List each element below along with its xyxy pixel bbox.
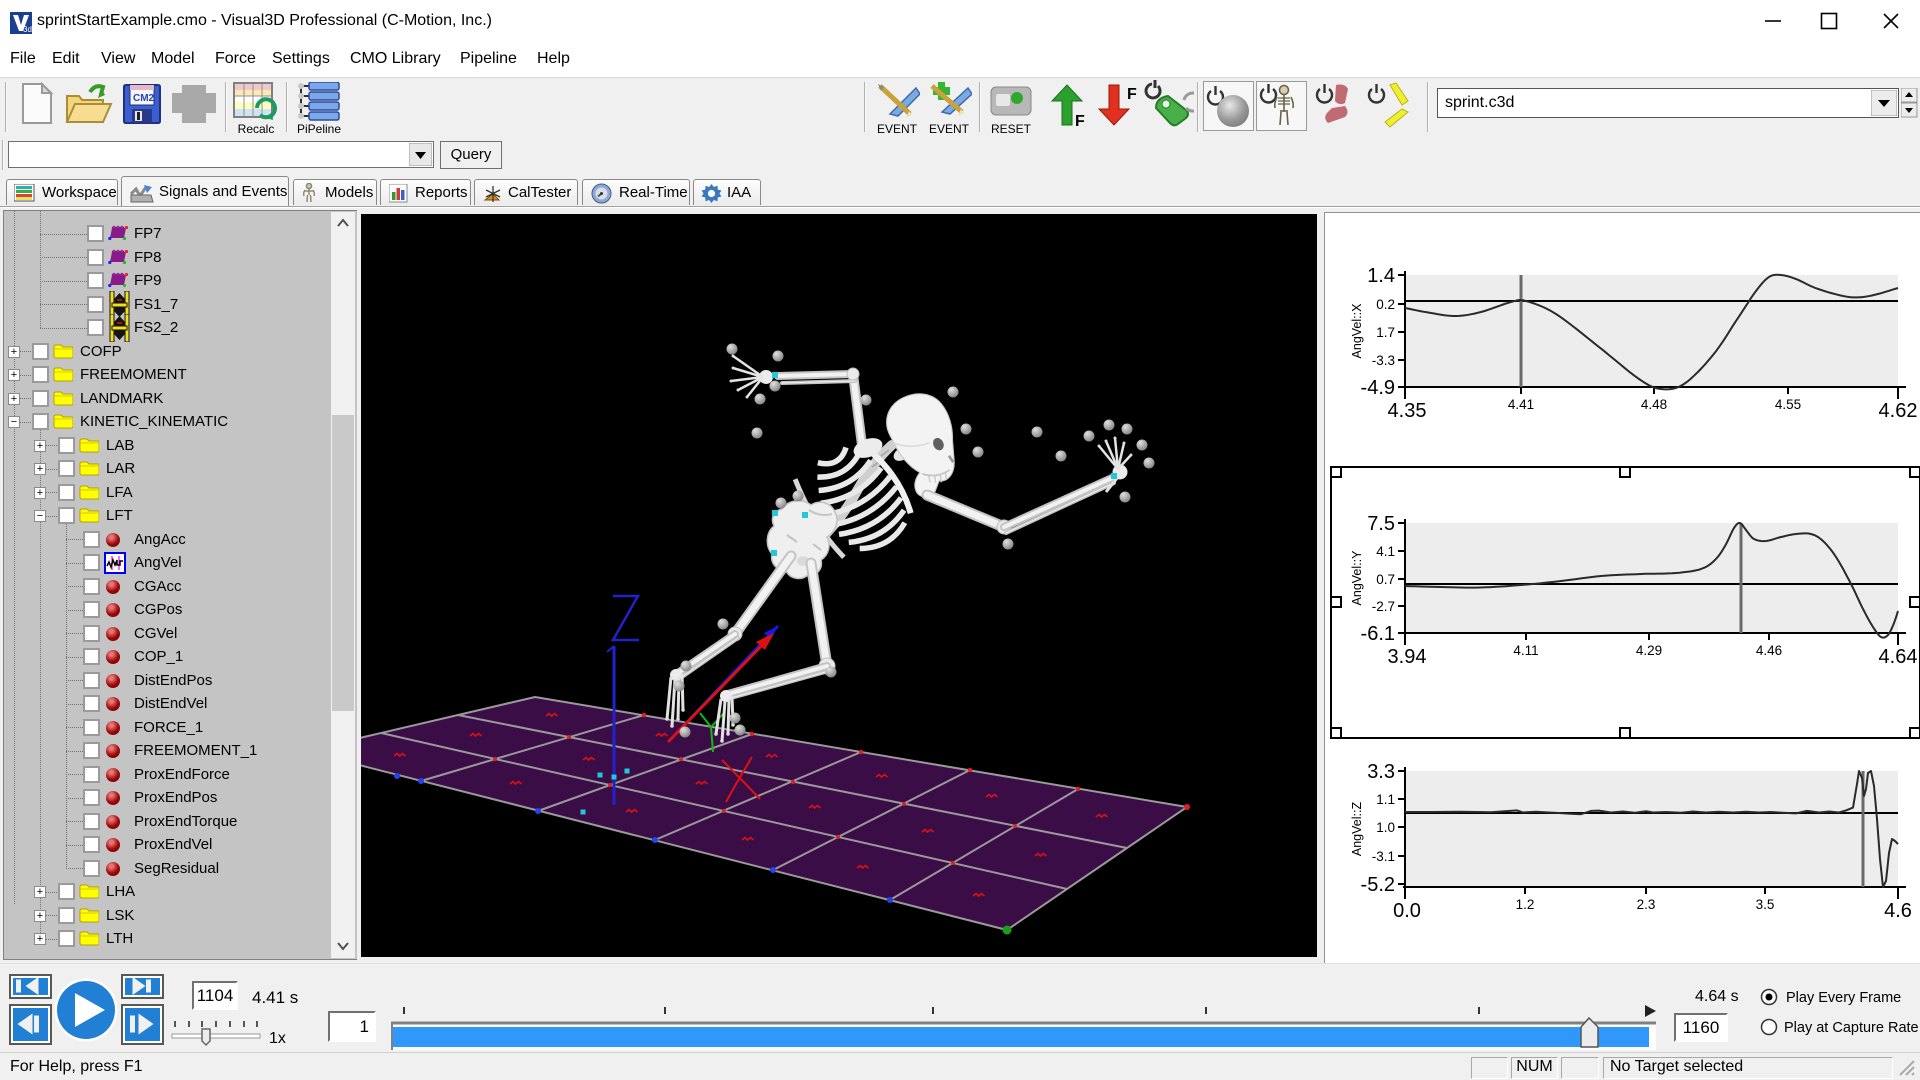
svg-text:4.64: 4.64 — [1879, 646, 1918, 668]
svg-text:3.5: 3.5 — [1756, 897, 1775, 912]
svg-text:3.3: 3.3 — [1367, 761, 1395, 783]
svg-text:-5.2: -5.2 — [1361, 874, 1395, 896]
svg-text:1.4: 1.4 — [1367, 265, 1395, 287]
svg-text:2.3: 2.3 — [1637, 897, 1656, 912]
svg-text:4.46: 4.46 — [1756, 643, 1782, 658]
svg-text:4.11: 4.11 — [1513, 643, 1538, 658]
svg-text:4.48: 4.48 — [1641, 397, 1667, 412]
svg-text:-2.7: -2.7 — [1372, 599, 1395, 614]
svg-text:4.41: 4.41 — [1508, 397, 1534, 412]
svg-text:7.5: 7.5 — [1367, 513, 1395, 535]
svg-text:4.29: 4.29 — [1636, 643, 1662, 658]
svg-text:0.0: 0.0 — [1393, 900, 1421, 922]
svg-text:1.7: 1.7 — [1376, 325, 1395, 340]
svg-text:F: F — [1075, 113, 1085, 127]
svg-text:-3.1: -3.1 — [1372, 849, 1395, 864]
svg-text:AngVel::Y: AngVel::Y — [1350, 550, 1364, 606]
svg-text:4.35: 4.35 — [1388, 400, 1427, 422]
svg-text:-3.3: -3.3 — [1372, 353, 1395, 368]
svg-text:0.7: 0.7 — [1376, 572, 1395, 587]
svg-text:3.94: 3.94 — [1388, 646, 1427, 668]
svg-text:4.55: 4.55 — [1775, 397, 1801, 412]
svg-text:CM2: CM2 — [133, 93, 155, 104]
svg-text:F: F — [1127, 86, 1137, 103]
svg-text:1.2: 1.2 — [1516, 897, 1535, 912]
svg-text:4.1: 4.1 — [1376, 544, 1395, 559]
svg-text:3d: 3d — [23, 25, 32, 34]
svg-text:-4.9: -4.9 — [1361, 377, 1395, 399]
svg-text:1.1: 1.1 — [1376, 792, 1395, 807]
svg-text:1.0: 1.0 — [1376, 820, 1395, 835]
svg-text:4.62: 4.62 — [1879, 400, 1918, 422]
svg-text:0.2: 0.2 — [1376, 297, 1395, 312]
svg-text:-6.1: -6.1 — [1361, 623, 1395, 645]
svg-text:AngVel::Z: AngVel::Z — [1350, 802, 1364, 857]
svg-text:4.6: 4.6 — [1884, 900, 1912, 922]
svg-text:AngVel::X: AngVel::X — [1350, 303, 1364, 359]
